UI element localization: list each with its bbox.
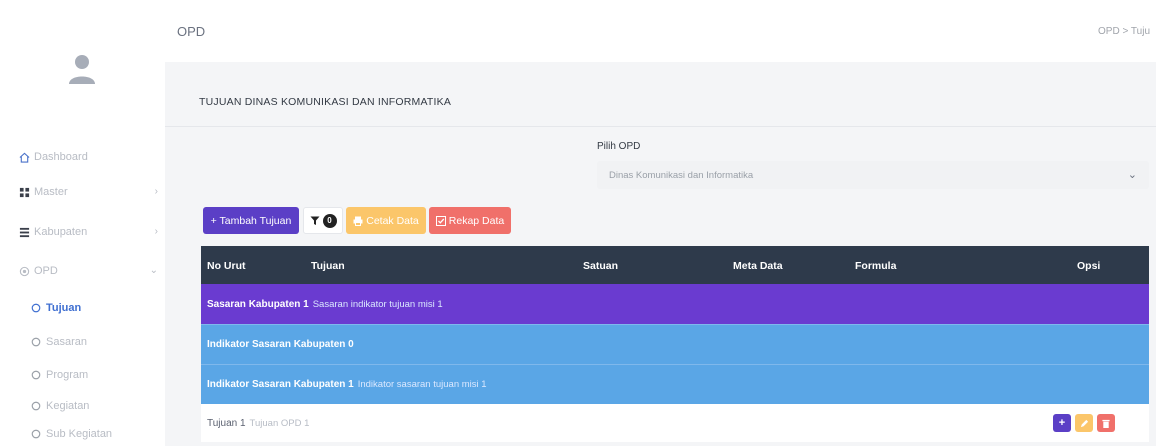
main-content: TUJUAN DINAS KOMUNIKASI DAN INFORMATIKA … bbox=[165, 62, 1156, 446]
sidebar-subitem-label: Kegiatan bbox=[46, 400, 90, 412]
top-header: OPD OPD > Tuju bbox=[165, 0, 1156, 62]
sidebar-item-dashboard[interactable]: Dashboard bbox=[18, 147, 158, 167]
sidebar-subitem-label: Sasaran bbox=[46, 336, 87, 348]
radio-circle-icon bbox=[30, 369, 42, 381]
add-tujuan-button[interactable]: + Tambah Tujuan bbox=[203, 207, 299, 234]
column-header: Tujuan bbox=[311, 260, 345, 272]
grid-icon bbox=[18, 186, 30, 198]
radio-circle-icon bbox=[30, 400, 42, 412]
tujuan-table: No Urut Tujuan Satuan Meta Data Formula … bbox=[201, 246, 1149, 442]
row-description: Tujuan OPD 1 bbox=[249, 417, 310, 429]
row-title: Indikator Sasaran Kabupaten 0 bbox=[207, 339, 354, 350]
recap-data-label: Rekap Data bbox=[448, 214, 505, 227]
radio-circle-icon bbox=[30, 428, 42, 440]
trash-icon bbox=[1102, 419, 1110, 428]
sidebar-item-kabupaten[interactable]: Kabupaten › bbox=[18, 222, 158, 242]
sidebar-item-master[interactable]: Master › bbox=[18, 182, 158, 202]
opd-select-value: Dinas Komunikasi dan Informatika bbox=[609, 169, 754, 181]
home-icon bbox=[18, 151, 30, 163]
sidebar-item-label: Master bbox=[34, 186, 68, 198]
sidebar-item-label: OPD bbox=[34, 265, 58, 277]
chevron-down-icon: ⌄ bbox=[149, 265, 158, 276]
row-description: Sasaran indikator tujuan misi 1 bbox=[312, 298, 443, 310]
sidebar-item-label: Kabupaten bbox=[34, 226, 88, 238]
sidebar: Dashboard Master › Kabupaten › OPD ⌄ Tuj… bbox=[0, 0, 165, 446]
recap-data-button[interactable]: Rekap Data bbox=[429, 207, 511, 234]
sidebar-subitem-sasaran[interactable]: Sasaran bbox=[30, 332, 158, 352]
sidebar-subitem-sub-kegiatan[interactable]: Sub Kegiatan bbox=[30, 424, 158, 444]
table-row-indikator[interactable]: Indikator Sasaran Kabupaten 0 bbox=[201, 324, 1149, 364]
print-data-button[interactable]: Cetak Data bbox=[346, 207, 426, 234]
filter-count-badge: 0 bbox=[322, 213, 337, 228]
sidebar-subitem-kegiatan[interactable]: Kegiatan bbox=[30, 396, 158, 416]
chevron-right-icon: › bbox=[154, 226, 158, 237]
column-header: Opsi bbox=[1077, 260, 1101, 272]
chevron-right-icon: › bbox=[154, 186, 158, 197]
sidebar-subitem-label: Sub Kegiatan bbox=[46, 428, 113, 440]
printer-icon bbox=[353, 216, 363, 226]
table-row-tujuan[interactable]: Tujuan 1 Tujuan OPD 1 + bbox=[201, 404, 1149, 442]
delete-button[interactable] bbox=[1097, 414, 1115, 432]
user-avatar-icon bbox=[69, 55, 95, 84]
edit-button[interactable] bbox=[1075, 414, 1093, 432]
row-title: Tujuan 1 bbox=[207, 417, 246, 429]
section-title: TUJUAN DINAS KOMUNIKASI DAN INFORMATIKA bbox=[199, 96, 452, 108]
pencil-icon bbox=[1080, 419, 1088, 427]
breadcrumb[interactable]: OPD > Tuju bbox=[1098, 26, 1150, 37]
sidebar-item-opd[interactable]: OPD ⌄ bbox=[18, 261, 158, 281]
circle-icon bbox=[18, 265, 30, 277]
page-title: OPD bbox=[177, 24, 206, 39]
column-header: Meta Data bbox=[733, 260, 783, 272]
add-tujuan-button-label: + Tambah Tujuan bbox=[210, 214, 292, 227]
table-row-sasaran[interactable]: Sasaran Kabupaten 1 Sasaran indikator tu… bbox=[201, 284, 1149, 324]
opd-select[interactable]: Dinas Komunikasi dan Informatika ⌄ bbox=[597, 161, 1149, 189]
filter-button[interactable]: 0 bbox=[303, 207, 343, 234]
sidebar-subitem-tujuan[interactable]: Tujuan bbox=[30, 298, 158, 318]
sidebar-subitem-program[interactable]: Program bbox=[30, 365, 158, 385]
filter-icon bbox=[310, 216, 319, 225]
radio-circle-icon bbox=[30, 302, 42, 314]
row-title: Indikator Sasaran Kabupaten 1 bbox=[207, 379, 354, 390]
sidebar-item-label: Dashboard bbox=[34, 151, 88, 163]
table-header: No Urut Tujuan Satuan Meta Data Formula … bbox=[201, 246, 1149, 284]
row-description: Indikator sasaran tujuan misi 1 bbox=[357, 379, 487, 390]
sidebar-subitem-label: Program bbox=[46, 369, 89, 381]
table-row-indikator[interactable]: Indikator Sasaran Kabupaten 1 Indikator … bbox=[201, 364, 1149, 404]
row-title: Sasaran Kabupaten 1 bbox=[207, 298, 309, 310]
sidebar-subitem-label: Tujuan bbox=[46, 302, 82, 314]
opd-select-label: Pilih OPD bbox=[597, 141, 641, 152]
add-button[interactable]: + bbox=[1053, 414, 1071, 432]
checklist-icon bbox=[435, 215, 446, 226]
column-header: Formula bbox=[855, 260, 897, 272]
list-icon bbox=[18, 226, 30, 238]
chevron-down-icon: ⌄ bbox=[1127, 169, 1137, 181]
divider bbox=[165, 126, 1156, 127]
radio-circle-icon bbox=[30, 336, 42, 348]
column-header: Satuan bbox=[583, 260, 619, 272]
column-header: No Urut bbox=[207, 260, 246, 272]
print-data-label: Cetak Data bbox=[366, 214, 419, 227]
